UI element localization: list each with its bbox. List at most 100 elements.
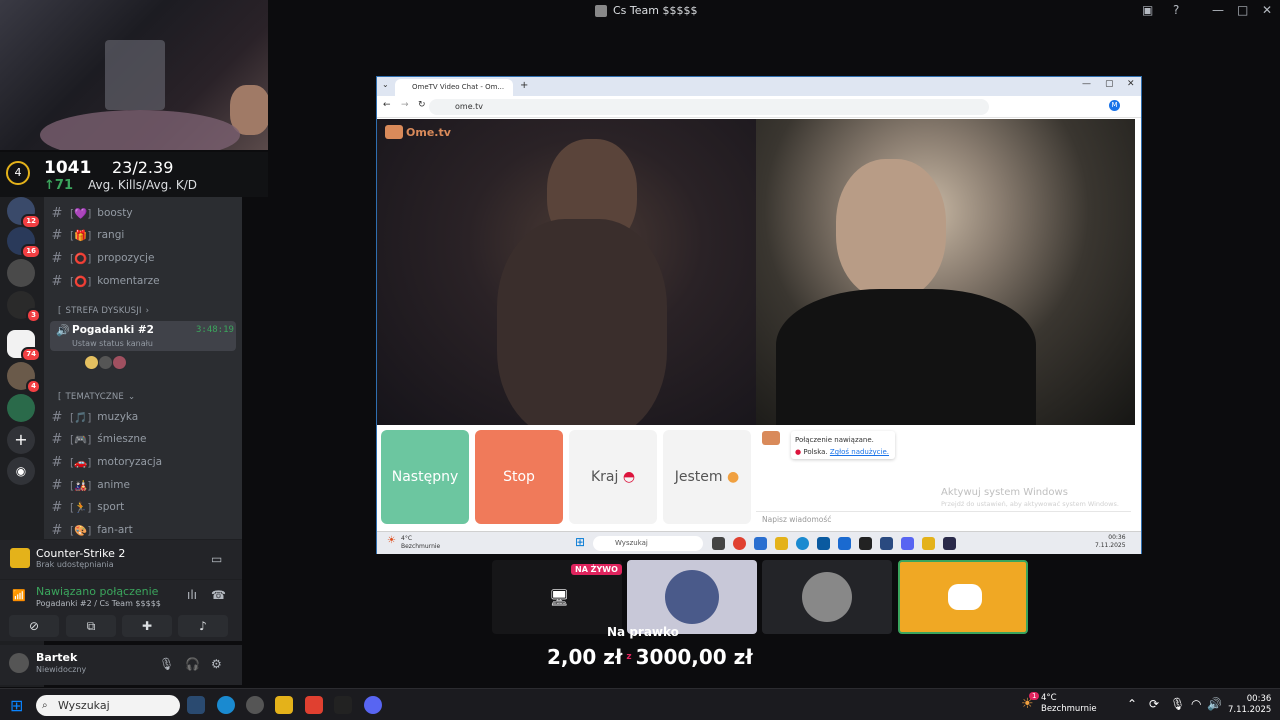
participant-tile[interactable] [627, 560, 757, 634]
inbox-icon[interactable]: ▣ [1142, 3, 1153, 17]
discord-icon[interactable] [364, 696, 382, 714]
user-avatar[interactable] [84, 355, 99, 370]
app-icon[interactable] [334, 696, 352, 714]
maximize-button[interactable]: □ [1237, 3, 1248, 17]
soundboard-button[interactable]: ♪ [178, 615, 228, 637]
taskbar-clock[interactable]: 00:36 7.11.2025 [1228, 694, 1271, 716]
new-tab-icon[interactable]: + [520, 80, 528, 91]
back-icon[interactable]: ← [383, 100, 391, 110]
brave-icon[interactable] [305, 696, 323, 714]
url-input[interactable]: ome.tv [429, 99, 989, 115]
forward-icon[interactable]: → [401, 100, 409, 110]
app-icon[interactable] [880, 537, 893, 550]
system-message: Połączenie nawiązane. ● Polska. Zgłoś na… [791, 431, 895, 459]
server-icon-7[interactable] [7, 394, 35, 422]
share-screen-button[interactable]: ⧉ [66, 615, 116, 637]
inner-search[interactable]: Wyszukaj [593, 536, 703, 551]
message-input[interactable]: Napisz wiadomość [756, 511, 1131, 526]
connection-channel[interactable]: Pogadanki #2 / Cs Team $$$$$ [36, 599, 161, 608]
explore-icon[interactable]: ◉ [7, 457, 35, 485]
user-avatar[interactable] [9, 653, 29, 673]
channel-motoryzacja[interactable]: # [🚗] motoryzacja [50, 452, 236, 472]
discord-icon[interactable] [901, 537, 914, 550]
folder-icon[interactable] [775, 537, 788, 550]
volume-icon[interactable]: 🔊 [1207, 697, 1222, 711]
disconnect-icon[interactable]: ☎ [211, 588, 226, 602]
channel-anime[interactable]: # [🎎] anime [50, 475, 236, 495]
minimize-icon[interactable]: — [1082, 79, 1091, 89]
screen-share-icon[interactable]: ▭ [211, 552, 222, 566]
stop-button[interactable]: Stop [475, 430, 563, 524]
camera-off-button[interactable]: ⊘ [9, 615, 59, 637]
cs2-icon[interactable] [275, 696, 293, 714]
channel-propozycje[interactable]: # [⭕] propozycje [50, 248, 236, 268]
outlook-icon[interactable] [838, 537, 851, 550]
gender-button[interactable]: Jestem ● [663, 430, 751, 524]
voice-status[interactable]: Ustaw status kanału [72, 339, 153, 348]
category-strefa-dyskusji[interactable]: [STREFA DYSKUSJI › [58, 306, 149, 316]
headphones-icon[interactable]: 🎧 [185, 657, 200, 671]
steam-icon[interactable] [187, 696, 205, 714]
sync-icon[interactable]: ⟳ [1149, 697, 1159, 711]
channel-smieszne[interactable]: # [🎮] śmieszne [50, 429, 236, 449]
participant-tile[interactable] [762, 560, 892, 634]
edge-icon[interactable] [796, 537, 809, 550]
close-button[interactable]: ✕ [1262, 3, 1272, 17]
app-icon[interactable] [943, 537, 956, 550]
app-icon[interactable] [817, 537, 830, 550]
microphone-icon[interactable]: 🎙 [159, 657, 174, 671]
server-icon-5[interactable]: 74 [7, 330, 41, 362]
country-button[interactable]: Kraj ◓ [569, 430, 657, 524]
app-icon[interactable] [922, 537, 935, 550]
edge-icon[interactable] [217, 696, 235, 714]
reload-icon[interactable]: ↻ [418, 100, 426, 110]
restore-icon[interactable]: ▢ [1105, 79, 1114, 89]
discord-tile[interactable] [898, 560, 1028, 634]
taskbar-weather[interactable]: 4°C Bezchmurnie [1041, 693, 1097, 715]
windows-start-icon[interactable]: ⊞ [10, 696, 23, 715]
minimize-button[interactable]: — [1212, 3, 1224, 17]
server-icon-6[interactable]: 4 [7, 362, 41, 394]
windows-start-icon[interactable]: ⊞ [575, 535, 585, 549]
server-icon-1[interactable]: 12 [7, 197, 41, 229]
wifi-icon[interactable]: ◠ [1191, 697, 1201, 711]
voice-channel-pogadanki[interactable]: 🔊 Pogadanki #2 3:48:19 Ustaw status kana… [50, 321, 236, 351]
chrome-icon[interactable] [733, 537, 746, 550]
user-avatar[interactable] [98, 355, 113, 370]
noise-suppression-icon[interactable]: ılı [187, 588, 197, 602]
app-icon[interactable] [859, 537, 872, 550]
screen-tile[interactable]: 🖥 NA ŻYWO [492, 560, 622, 634]
category-tematyczne[interactable]: [TEMATYCZNE ⌄ [58, 392, 135, 402]
activities-button[interactable]: ✚ [122, 615, 172, 637]
user-status[interactable]: Niewidoczny [36, 665, 86, 674]
user-name[interactable]: Bartek [36, 651, 77, 664]
channel-komentarze[interactable]: # [⭕] komentarze [50, 271, 236, 291]
channel-muzyka[interactable]: # [🎵] muzyka [50, 407, 236, 427]
help-icon[interactable]: ? [1173, 3, 1179, 17]
channel-emoji: [🏃] [70, 501, 92, 514]
connection-status[interactable]: Nawiązano połączenie [36, 585, 158, 598]
channel-sport[interactable]: # [🏃] sport [50, 497, 236, 517]
channel-fan-art[interactable]: # [🎨] fan-art [50, 520, 236, 539]
tab-menu-icon[interactable]: ⌄ [382, 80, 389, 89]
taskview-icon[interactable] [712, 537, 725, 550]
signal-icon[interactable]: 📶 [12, 589, 26, 602]
server-icon-2[interactable]: 16 [7, 227, 41, 259]
app-icon[interactable] [246, 696, 264, 714]
server-icon-4[interactable]: 3 [7, 291, 41, 323]
app-icon[interactable] [754, 537, 767, 550]
settings-icon[interactable]: ⚙ [211, 657, 222, 671]
add-server-icon[interactable]: + [7, 426, 35, 454]
taskbar-search[interactable]: Wyszukaj [36, 695, 180, 716]
next-button[interactable]: Następny [381, 430, 469, 524]
mic-icon[interactable]: 🎙 [1170, 697, 1185, 711]
browser-tab[interactable]: OmeTV Video Chat - Om... [395, 79, 513, 96]
user-avatar[interactable] [112, 355, 127, 370]
report-link[interactable]: Zgłoś nadużycie. [830, 448, 889, 456]
channel-boosty[interactable]: # [💜] boosty [50, 203, 236, 223]
channel-rangi[interactable]: # [🎁] rangi [50, 225, 236, 245]
server-icon-3[interactable] [7, 259, 35, 287]
close-icon[interactable]: ✕ [1127, 79, 1135, 89]
chevron-up-icon[interactable]: ⌃ [1127, 697, 1137, 711]
profile-icon[interactable]: M [1109, 100, 1120, 111]
